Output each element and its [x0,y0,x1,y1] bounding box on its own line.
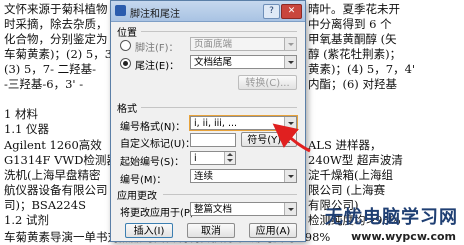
dialog-titlebar[interactable]: 脚注和尾注 ? ✕ [111,1,305,22]
apply-button[interactable]: 应用(A) [249,223,297,238]
apply-to-value: 整篇文档 [194,204,233,215]
apply-divider [163,194,297,195]
footnote-location-value: 页面底端 [194,39,233,50]
number-format-value: i, ii, iii, ... [194,118,238,129]
start-at-spinner[interactable]: i [190,151,236,165]
insert-button[interactable]: 插入(I) [125,223,173,238]
endnote-radio[interactable] [120,58,131,69]
site-watermark-url: www.wypcw.com [351,230,456,243]
footnote-radio[interactable] [120,40,131,51]
close-button[interactable]: ✕ [281,4,302,19]
custom-mark-label: 自定义标记(U)： [120,139,196,150]
document-line-left: 车菊黄素)；(2) 5，3 [4,47,113,61]
site-watermark: 无忧电脑学习网 [325,207,458,228]
apply-heading: 应用更改 [117,191,157,202]
endnote-location-value: 文档结尾 [194,57,233,68]
document-line-left: 时采摘，除去杂质， [4,17,108,31]
document-line-left: 文怀来源于菊科植物 [4,2,108,16]
spinner-arrows-icon[interactable] [224,152,235,164]
endnote-location-select[interactable]: 文档结尾 [190,55,297,69]
document-line-right: 晴叶。夏季花未开 [308,2,400,16]
footnote-location-select[interactable]: 页面底端 [190,37,297,51]
document-line-right: 黄素)；(4) 5，7，4' [308,62,416,76]
dialog-title: 脚注和尾注 [130,9,180,20]
location-divider [141,31,297,32]
convert-button[interactable]: 转换(C)... [238,75,297,90]
document-line-left: 司)；BSA224S [4,198,86,212]
numbering-select[interactable]: 连续 [190,169,297,183]
number-format-label: 编号格式(N)： [120,122,186,133]
document-line-left: 1.2 试剂 [4,213,49,227]
document-line-left: 1 材料 [4,107,38,121]
document-line-right: ALS 进样器， [308,138,382,152]
document-line-left: -三羟基-6，3' - [4,77,84,91]
chevron-down-icon [284,203,296,215]
word-app-icon [115,5,126,16]
document-line-left: 化合物，分别鉴定为 [4,32,108,46]
document-line-right: 内酯；(6) 对羟基 [308,77,397,91]
document-line-left: (3) 5，7- 二羟基- [4,62,97,76]
start-at-label: 起始编号(S)： [120,157,185,168]
cancel-button[interactable]: 取消 [187,223,235,238]
endnote-label: 尾注(E)： [135,61,180,72]
location-heading: 位置 [117,28,137,39]
annotation-arrow-icon [272,123,311,153]
document-line-right: 甲氧基黄酮醇 (矢 [308,32,397,46]
document-line-right: 中分离得到 6 个 [308,17,392,31]
help-button[interactable]: ? [263,4,280,19]
document-line-left: 洗机(上海早盘精密 [4,168,101,182]
document-line-right: 限公司 (上海赛 [308,183,386,197]
numbering-value: 连续 [194,171,214,182]
document-line-right: 醇 (紫花牡荆素)； [308,47,402,61]
document-line-right: 淀千燥箱(上海组 [308,168,393,182]
document-line-right: 240W型 超声波清 [308,153,403,167]
apply-to-select[interactable]: 整篇文档 [190,202,297,216]
chevron-down-icon [284,38,296,50]
document-line-left: Agilent 1260高效 [4,138,102,152]
chevron-down-icon [284,170,296,182]
footnote-label: 脚注(F)： [135,43,179,54]
format-heading: 格式 [117,104,137,115]
chevron-down-icon [284,56,296,68]
custom-mark-input[interactable] [190,133,236,147]
numbering-label: 编号(M)： [120,175,167,186]
document-line-left: 1.1 仪器 [4,122,49,136]
start-at-value: i [194,153,197,164]
document-line-left: G1314F VWD检测器 [4,153,118,167]
document-line-left: 航仪器设备有限公司 [4,183,108,197]
footnote-endnote-dialog: 脚注和尾注 ? ✕ 位置 脚注(F)： 页面底端 尾注(E)： 文档结尾 转换(… [110,0,306,242]
format-divider [141,107,297,108]
